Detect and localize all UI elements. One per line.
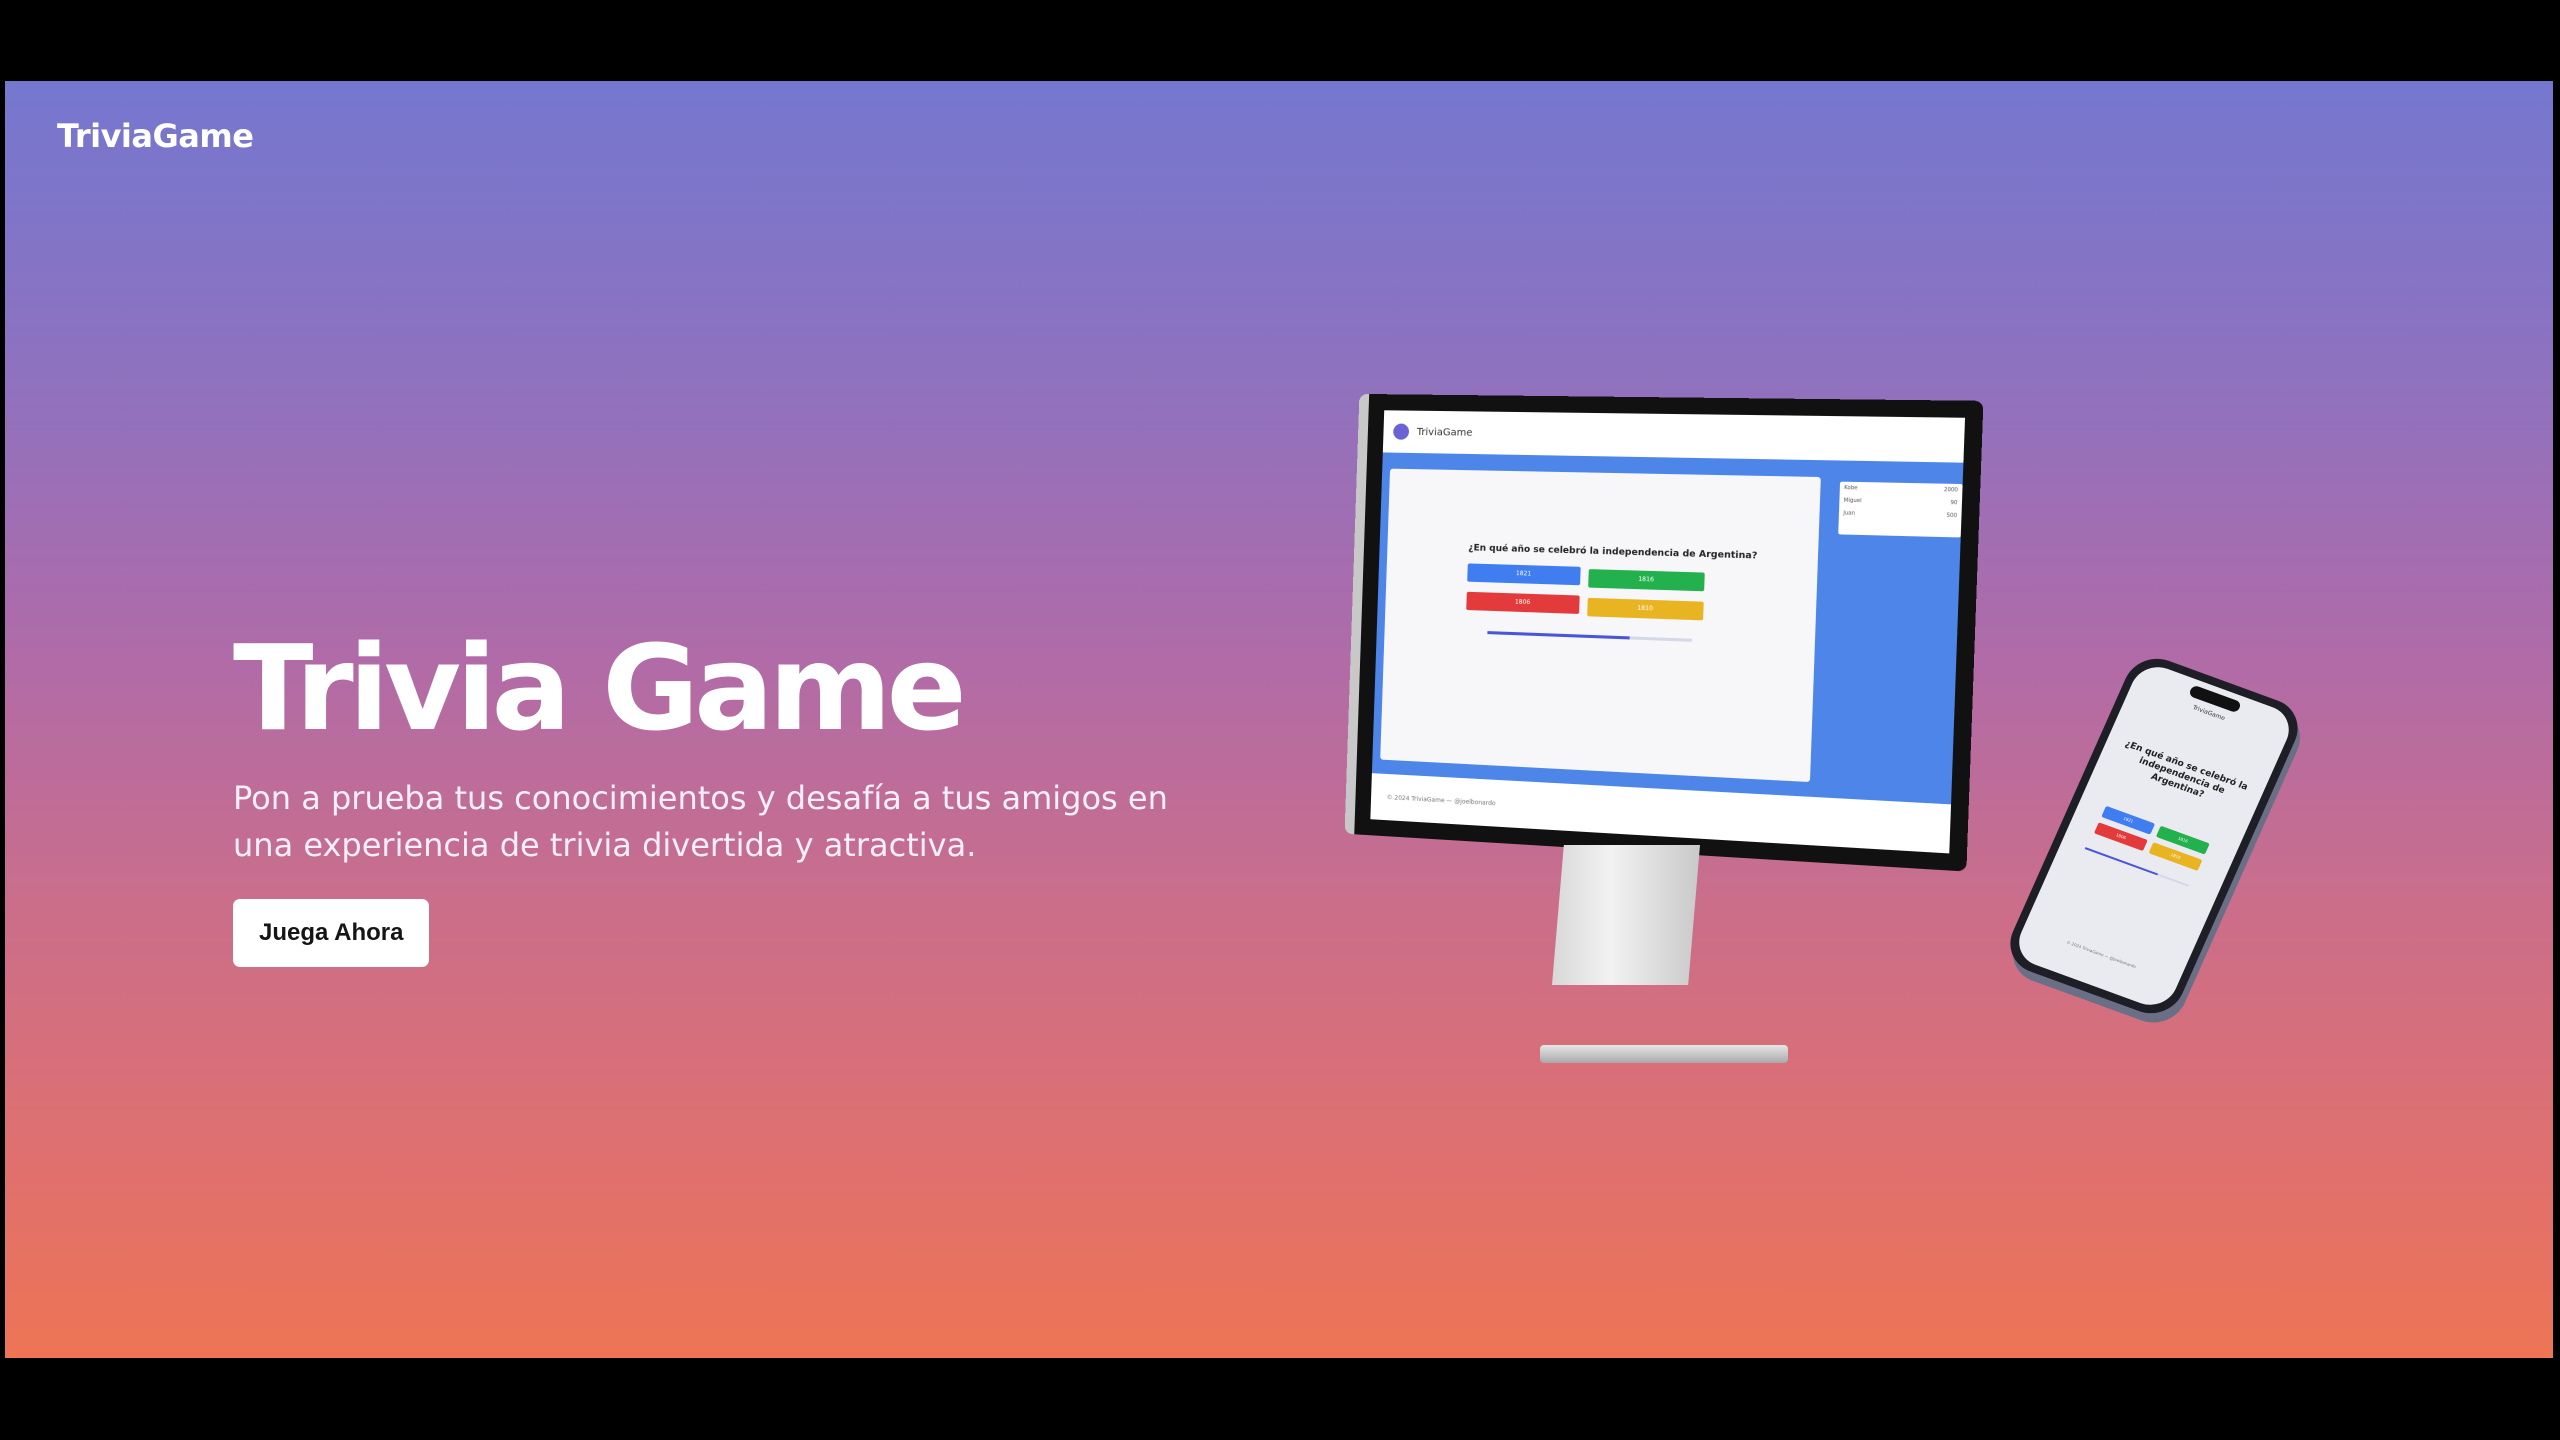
phone-progress-fill xyxy=(2085,847,2158,875)
monitor-stand xyxy=(1552,845,1700,985)
monitor-screen: TriviaGame ¿En qué año se celebró la ind… xyxy=(1370,410,1965,853)
mockup-option: 1816 xyxy=(1588,569,1705,591)
hero-section: Trivia Game Pon a prueba tus conocimient… xyxy=(233,621,1233,967)
scoreboard-row: Juan 500 xyxy=(1839,507,1962,523)
mockup-scoreboard: Kobe 2000 Miguel 90 Juan 500 xyxy=(1838,482,1962,538)
monitor-stand-base xyxy=(1540,1045,1788,1063)
monitor-bezel: TriviaGame ¿En qué año se celebró la ind… xyxy=(1345,394,1984,872)
scoreboard-score: 2000 xyxy=(1944,487,1958,494)
scoreboard-score: 90 xyxy=(1950,500,1957,507)
mockup-app-title: TriviaGame xyxy=(1417,426,1473,438)
scoreboard-score: 500 xyxy=(1946,513,1957,520)
hero-title: Trivia Game xyxy=(233,621,1233,757)
phone-question: ¿En qué año se celebró la independencia … xyxy=(2114,739,2250,814)
mockup-option: 1806 xyxy=(1466,592,1579,614)
mockup-logo-icon xyxy=(1393,423,1409,439)
mockup-option: 1821 xyxy=(1467,563,1581,585)
play-now-button[interactable]: Juega Ahora xyxy=(233,899,429,967)
brand-logo[interactable]: TriviaGame xyxy=(57,117,253,155)
scoreboard-name: Juan xyxy=(1843,510,1855,517)
scoreboard-name: Kobe xyxy=(1844,485,1858,492)
phone-footer: © 2024 TriviaGame — @joelbonardo xyxy=(2023,924,2180,985)
desktop-mockup: TriviaGame ¿En qué año se celebró la ind… xyxy=(1345,394,1984,872)
mockup-question-card xyxy=(1380,469,1821,782)
scoreboard-name: Miguel xyxy=(1844,498,1862,505)
hero-subtitle: Pon a prueba tus conocimientos y desafía… xyxy=(233,775,1213,869)
